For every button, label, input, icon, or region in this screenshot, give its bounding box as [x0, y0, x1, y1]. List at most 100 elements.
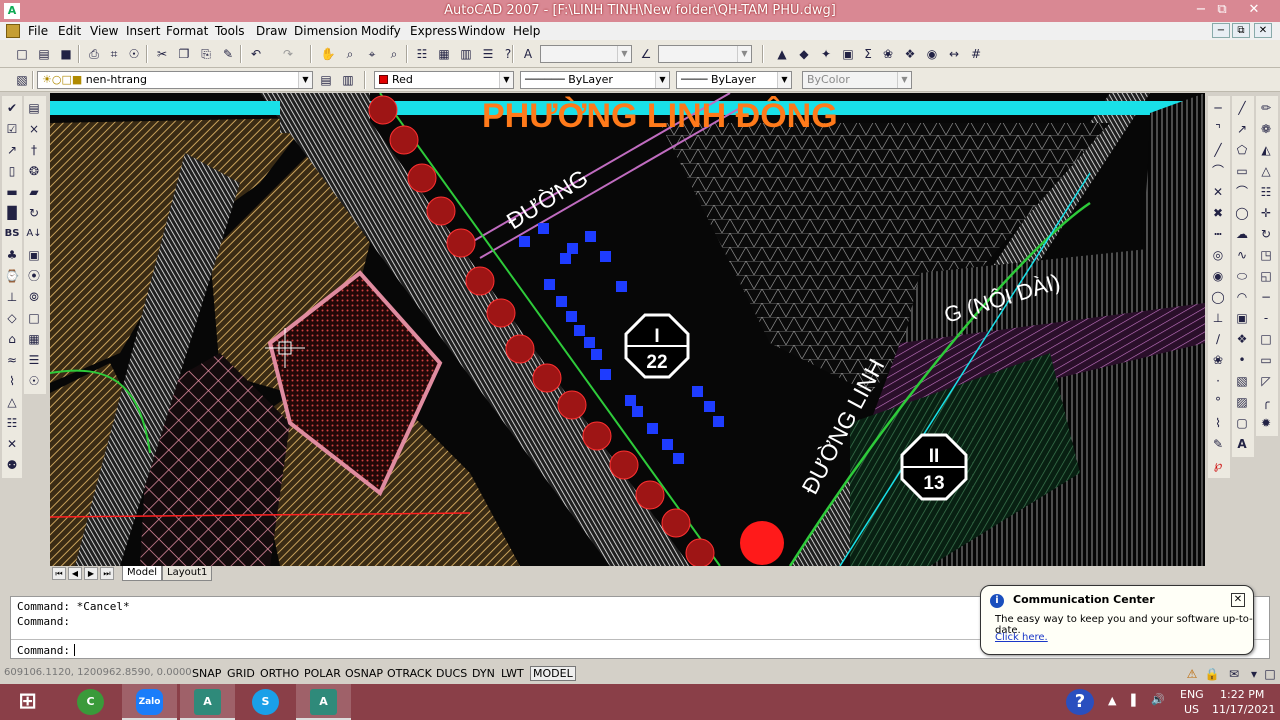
tool-icon-l10[interactable]: ⊥	[4, 289, 20, 306]
ellipse-arc-icon[interactable]: ◠	[1234, 289, 1250, 306]
region-icon[interactable]: ▢	[1234, 415, 1250, 432]
taskbar-zalo[interactable]: Zalo	[122, 684, 177, 720]
tool-icon-l9[interactable]: ⌚	[4, 268, 20, 285]
tool-icon-l3[interactable]: ↗	[4, 142, 20, 159]
sheet-set-icon[interactable]: ☰	[480, 46, 496, 62]
balloon-close-button[interactable]: ✕	[1231, 593, 1245, 607]
doc-close-button[interactable]: ✕	[1254, 23, 1272, 38]
tool-icon-l14[interactable]: ⌇	[4, 373, 20, 390]
snap-toggle[interactable]: SNAP	[192, 667, 221, 680]
communication-icon[interactable]: ✉	[1226, 666, 1242, 682]
tab-layout1[interactable]: Layout1	[162, 566, 213, 581]
dyn-toggle[interactable]: DYN	[472, 667, 495, 680]
redo-icon[interactable]: ↷	[280, 46, 296, 62]
trim-icon[interactable]: ✕	[1210, 184, 1226, 201]
tab-first-button[interactable]: ⏮	[52, 567, 66, 580]
arc-icon[interactable]: ⌒	[1234, 184, 1250, 201]
tool-icon-m13[interactable]: ☰	[26, 352, 42, 369]
balloon-link[interactable]: Click here.	[995, 632, 1048, 643]
circle-icon[interactable]: ◯	[1234, 205, 1250, 222]
zoom-previous-icon[interactable]: ⌕	[386, 46, 402, 62]
fillet-object-icon[interactable]: ╭	[1258, 394, 1274, 411]
restore-button[interactable]: ⧉	[1208, 0, 1236, 20]
measure-icon[interactable]: °	[1210, 394, 1226, 411]
tool-icon-l5[interactable]: ▬	[4, 184, 20, 201]
lwt-toggle[interactable]: LWT	[501, 667, 524, 680]
construction-line-icon[interactable]: ╱	[1210, 142, 1226, 159]
tool-icon-l7[interactable]: BS	[4, 226, 20, 243]
save-icon[interactable]: ■	[58, 46, 74, 62]
linetype-combo[interactable]: ────── ByLayer ▼	[520, 71, 670, 89]
tool-icon-m12[interactable]: ▦	[26, 331, 42, 348]
tab-prev-button[interactable]: ◀	[68, 567, 82, 580]
tray-expand-icon[interactable]: ▲	[1108, 694, 1116, 707]
spline-icon[interactable]: ∿	[1234, 247, 1250, 264]
copy-icon[interactable]: ❐	[176, 46, 192, 62]
polygon-icon[interactable]: ⬠	[1234, 142, 1250, 159]
tool-icon-l4[interactable]: ▯	[4, 163, 20, 180]
doc-minimize-button[interactable]: −	[1212, 23, 1230, 38]
menu-view[interactable]: View	[90, 24, 118, 38]
menu-help[interactable]: Help	[513, 24, 540, 38]
point-draw-icon[interactable]: •	[1234, 352, 1250, 369]
tool-icon-m8[interactable]: ▣	[26, 247, 42, 264]
osnap-toggle[interactable]: OSNAP	[345, 667, 383, 680]
line-draw-icon[interactable]: ╱	[1234, 100, 1250, 117]
text-style-combo[interactable]: ▼	[540, 45, 632, 63]
zoom-window-icon[interactable]: ⌖	[364, 46, 380, 62]
print-preview-icon[interactable]: ⌗	[106, 46, 122, 62]
chamfer-object-icon[interactable]: ◸	[1258, 373, 1274, 390]
open-file-icon[interactable]: ▤	[36, 46, 52, 62]
circle-small-icon[interactable]: ◎	[1210, 247, 1226, 264]
gradient-icon[interactable]: ▨	[1234, 394, 1250, 411]
explode-object-icon[interactable]: ✹	[1258, 415, 1274, 432]
array-icon[interactable]: ☷	[1258, 184, 1274, 201]
taskbar-ccleaner[interactable]: C	[63, 684, 118, 720]
express-tool-8-icon[interactable]: ↔	[946, 46, 962, 62]
break-icon[interactable]: ┅	[1210, 226, 1226, 243]
express-tool-7-icon[interactable]: ◉	[924, 46, 940, 62]
warning-icon[interactable]: ⚠	[1184, 666, 1200, 682]
otrack-toggle[interactable]: OTRACK	[387, 667, 432, 680]
status-menu-arrow-icon[interactable]: ▾	[1246, 666, 1262, 682]
tool-icon-l18[interactable]: ⚉	[4, 457, 20, 474]
menu-format[interactable]: Format	[166, 24, 208, 38]
copy-object-icon[interactable]: ❁	[1258, 121, 1274, 138]
erase-icon[interactable]: ✏	[1258, 100, 1274, 117]
ray-icon[interactable]: ↗	[1234, 121, 1250, 138]
lock-icon[interactable]: 🔒	[1204, 666, 1220, 682]
menu-window[interactable]: Window	[458, 24, 505, 38]
menu-dimension[interactable]: Dimension	[294, 24, 358, 38]
tab-next-button[interactable]: ▶	[84, 567, 98, 580]
help-tray-icon[interactable]: ?	[1066, 689, 1094, 715]
tool-icon-l2[interactable]: ☑	[4, 121, 20, 138]
offset-icon[interactable]: △	[1258, 163, 1274, 180]
insert-block-icon[interactable]: ▣	[1234, 310, 1250, 327]
publish-icon[interactable]: ☉	[126, 46, 142, 62]
properties-icon[interactable]: ☷	[414, 46, 430, 62]
menu-edit[interactable]: Edit	[58, 24, 81, 38]
tool-icon-m3[interactable]: †	[26, 142, 42, 159]
taskbar-skype[interactable]: S	[238, 684, 293, 720]
menu-tools[interactable]: Tools	[215, 24, 245, 38]
menu-express[interactable]: Express	[410, 24, 457, 38]
express-tool-2-icon[interactable]: ◆	[796, 46, 812, 62]
cut-icon[interactable]: ✂	[154, 46, 170, 62]
revision-cloud-icon[interactable]: ☁	[1234, 226, 1250, 243]
grid-tool-icon[interactable]: #	[968, 46, 984, 62]
grid-toggle[interactable]: GRID	[227, 667, 255, 680]
print-icon[interactable]: ⎙	[86, 46, 102, 62]
ring-icon[interactable]: ◯	[1210, 289, 1226, 306]
menu-file[interactable]: File	[28, 24, 48, 38]
rotate-icon[interactable]: ↻	[1258, 226, 1274, 243]
tool-icon-l8[interactable]: ♣	[4, 247, 20, 264]
clock-time[interactable]: 1:22 PM	[1220, 688, 1264, 701]
express-tool-6-icon[interactable]: ❖	[902, 46, 918, 62]
polyline-icon[interactable]: ⌝	[1210, 121, 1226, 138]
extend-object-icon[interactable]: ‐	[1258, 310, 1274, 327]
start-button[interactable]: ⊞	[0, 684, 55, 720]
ducs-toggle[interactable]: DUCS	[436, 667, 467, 680]
express-tool-1-icon[interactable]: ▲	[774, 46, 790, 62]
tool-icon-m6[interactable]: ↻	[26, 205, 42, 222]
tab-last-button[interactable]: ⏭	[100, 567, 114, 580]
